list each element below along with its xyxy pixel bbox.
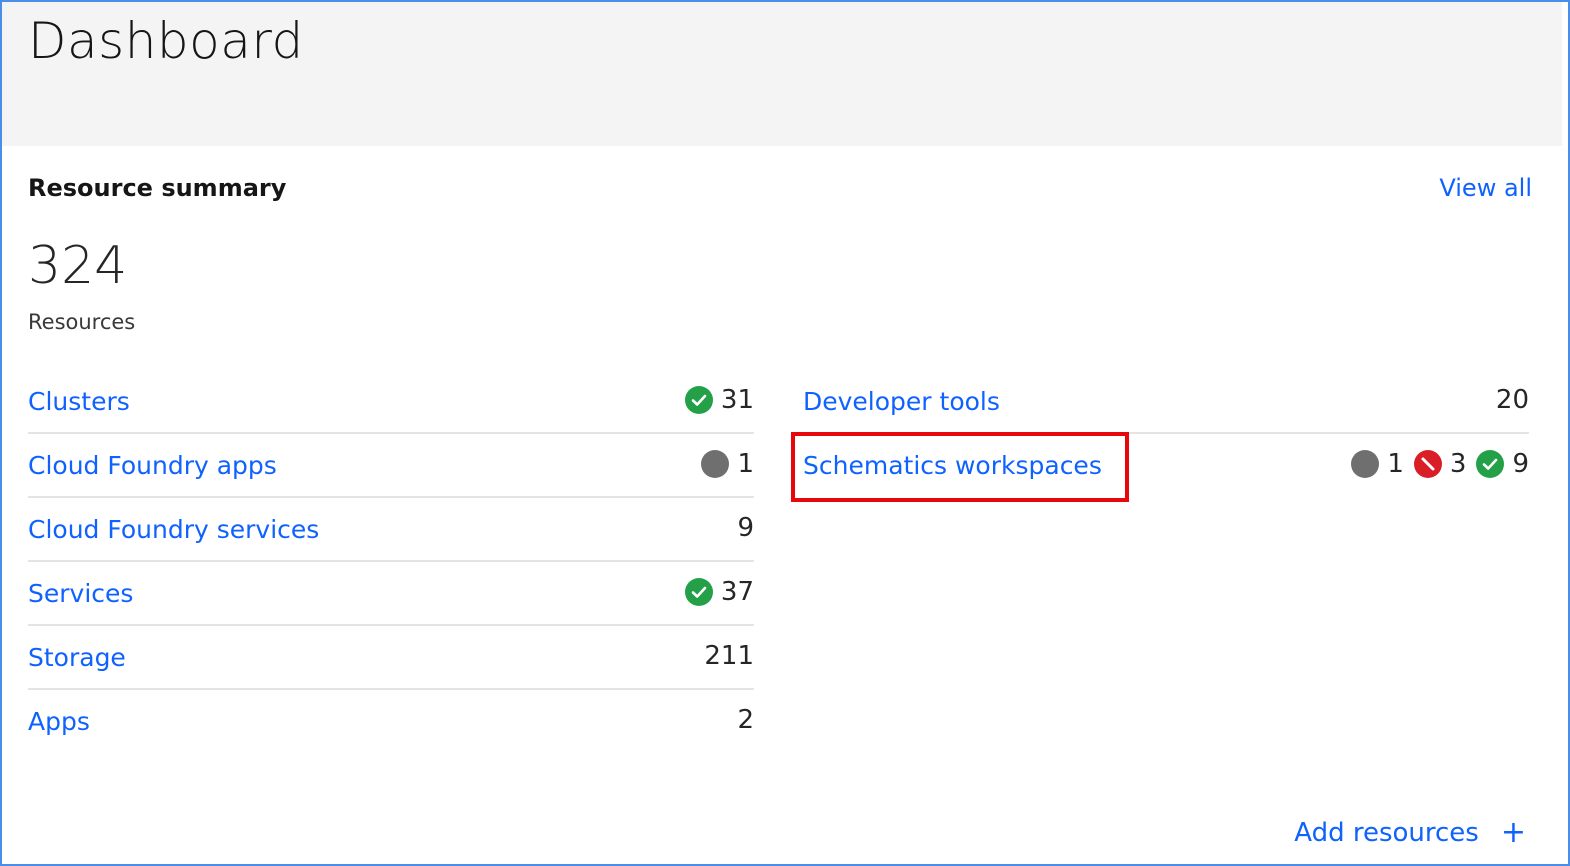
resource-stat: 1 xyxy=(701,449,754,479)
resource-list-left: Clusters 31 Cloud Foundry apps 1 Cloud Found… xyxy=(28,370,754,754)
resource-stat: 37 xyxy=(684,577,754,607)
resource-link[interactable]: Services xyxy=(28,579,133,608)
resource-stat: 9 xyxy=(1476,449,1529,479)
resource-list-right: Developer tools 20 Schematics workspaces 1 3… xyxy=(803,370,1529,498)
add-resources-button[interactable]: Add resources + xyxy=(1294,815,1526,850)
checkmark-icon xyxy=(684,386,713,414)
resource-count: 3 xyxy=(1449,449,1467,479)
resource-stats: 20 xyxy=(1496,385,1529,415)
resource-stats: 9 xyxy=(737,513,754,543)
resource-link[interactable]: Schematics workspaces xyxy=(803,451,1102,480)
view-all-link[interactable]: View all xyxy=(1439,174,1532,202)
resource-stat: 3 xyxy=(1413,449,1467,479)
dashboard-frame: Dashboard Resource summary View all 324 … xyxy=(0,0,1570,866)
resource-stats: 31 xyxy=(684,385,754,415)
resource-count: 1 xyxy=(1387,449,1404,479)
resource-link[interactable]: Cloud Foundry apps xyxy=(28,451,277,480)
resource-stat: 9 xyxy=(737,513,754,543)
resource-stats: 211 xyxy=(704,641,754,671)
resource-stats: 2 xyxy=(737,705,754,735)
resource-stat: 31 xyxy=(684,385,754,415)
resource-summary-title: Resource summary xyxy=(28,174,287,202)
resource-count: 31 xyxy=(720,385,754,415)
gray-dot-icon xyxy=(1351,450,1380,478)
resource-row: Storage 211 xyxy=(28,626,754,690)
resource-row: Cloud Foundry apps 1 xyxy=(28,434,754,498)
resource-stat: 211 xyxy=(704,641,754,671)
resource-link[interactable]: Cloud Foundry services xyxy=(28,515,319,544)
total-resource-label: Resources xyxy=(28,310,136,334)
resource-stats: 1 xyxy=(701,449,754,479)
resource-stats: 37 xyxy=(684,577,754,607)
resource-count: 9 xyxy=(737,513,754,543)
resource-row: Services 37 xyxy=(28,562,754,626)
resource-link[interactable]: Storage xyxy=(28,643,126,672)
resource-row: Clusters 31 xyxy=(28,370,754,434)
resource-count: 20 xyxy=(1495,385,1529,415)
resource-stat: 1 xyxy=(1351,449,1404,479)
resource-stat: 2 xyxy=(737,705,754,735)
resource-count: 9 xyxy=(1512,449,1529,479)
resource-row: Cloud Foundry services 9 xyxy=(28,498,754,562)
page-header: Dashboard xyxy=(2,2,1562,146)
resource-count: 211 xyxy=(704,641,754,671)
plus-icon: + xyxy=(1500,815,1526,850)
resource-stats: 1 3 9 xyxy=(1351,449,1529,479)
resource-count: 2 xyxy=(737,705,754,735)
page-title: Dashboard xyxy=(28,12,304,70)
resource-count: 37 xyxy=(720,577,754,607)
resource-link[interactable]: Developer tools xyxy=(803,387,1000,416)
checkmark-icon xyxy=(684,578,713,606)
resource-stat: 20 xyxy=(1496,385,1529,415)
resource-row: Schematics workspaces 1 3 9 xyxy=(803,434,1529,498)
resource-row: Developer tools 20 xyxy=(803,370,1529,434)
blocked-icon xyxy=(1413,450,1442,478)
total-resource-count: 324 xyxy=(28,236,128,296)
resource-link[interactable]: Clusters xyxy=(28,387,130,416)
resource-link[interactable]: Apps xyxy=(28,707,90,736)
add-resources-label: Add resources xyxy=(1294,818,1479,848)
checkmark-icon xyxy=(1476,450,1505,478)
gray-dot-icon xyxy=(701,450,730,478)
resource-count: 1 xyxy=(737,449,754,479)
resource-row: Apps 2 xyxy=(28,690,754,754)
